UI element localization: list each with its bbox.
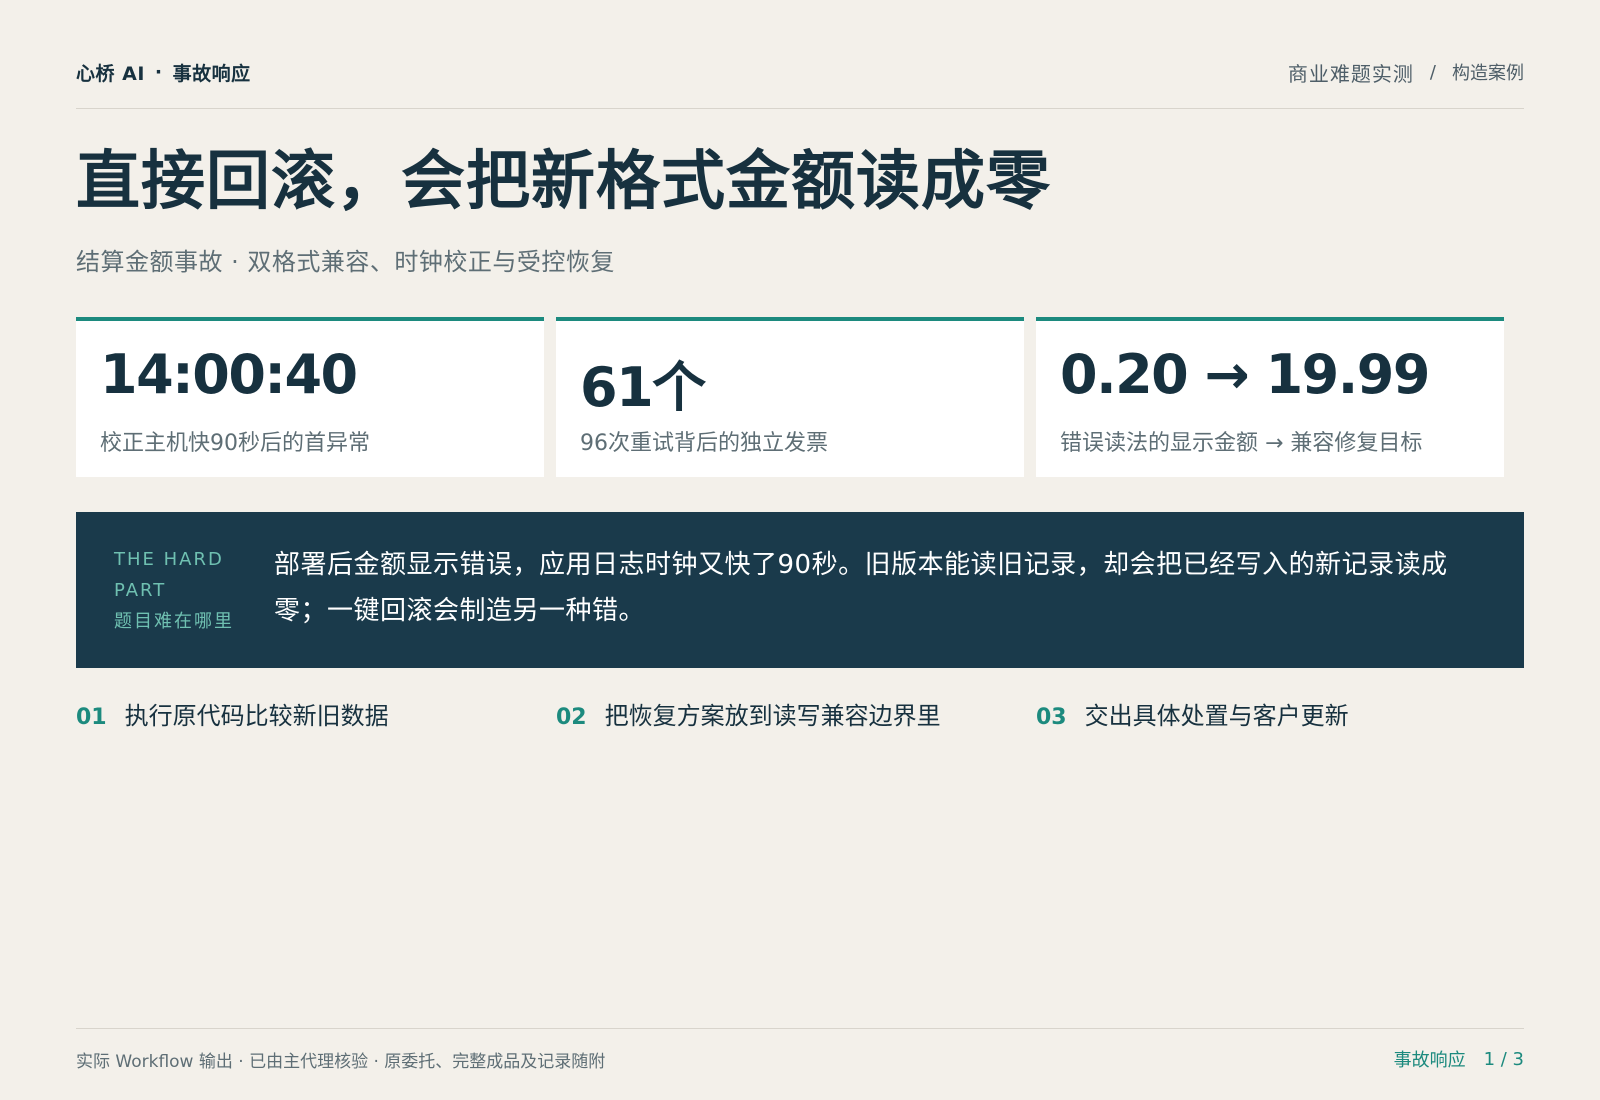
breadcrumb-separator: / xyxy=(1429,61,1436,83)
hard-part-text: 部署后金额显示错误，应用日志时钟又快了90秒。旧版本能读旧记录，却会把已经写入的… xyxy=(274,550,1448,626)
footer-section: 事故响应 xyxy=(1393,1050,1466,1071)
stat-label: 96次重试背后的独立发票 xyxy=(580,431,828,456)
stat-value: 0.20 → 19.99 xyxy=(1060,343,1430,406)
footer-right: 事故响应 1 / 3 xyxy=(1394,1046,1524,1072)
page-number: 1 / 3 xyxy=(1483,1048,1524,1070)
step-item: 03 交出具体处置与客户更新 xyxy=(1036,696,1349,731)
breadcrumb-sub: 构造案例 xyxy=(1452,63,1524,84)
header-divider xyxy=(76,108,1524,109)
step-list: 01 执行原代码比较新旧数据 02 把恢复方案放到读写兼容边界里 03 交出具体… xyxy=(76,696,1524,736)
step-text: 交出具体处置与客户更新 xyxy=(1084,702,1349,730)
step-text: 把恢复方案放到读写兼容边界里 xyxy=(604,702,941,730)
footer: 实际 Workflow 输出 · 已由主代理核验 · 原委托、完整成品及记录随附… xyxy=(76,1046,1524,1072)
stat-label: 错误读法的显示金额 → 兼容修复目标 xyxy=(1060,431,1423,456)
breadcrumb: 商业难题实测 / 构造案例 xyxy=(1288,58,1524,87)
breadcrumb-main: 商业难题实测 xyxy=(1287,61,1414,86)
step-item: 02 把恢复方案放到读写兼容边界里 xyxy=(556,696,941,731)
stat-label: 校正主机快90秒后的首异常 xyxy=(100,431,370,456)
stat-card-amount: 0.20 → 19.99 错误读法的显示金额 → 兼容修复目标 xyxy=(1036,317,1504,477)
page-title: 直接回滚，会把新格式金额读成零 xyxy=(76,145,1051,219)
hard-part-tag-cn: 题目难在哪里 xyxy=(114,611,234,632)
stat-cards: 14:00:40 校正主机快90秒后的首异常 61个 96次重试背后的独立发票 … xyxy=(76,317,1524,477)
step-text: 执行原代码比较新旧数据 xyxy=(124,702,389,730)
step-number: 01 xyxy=(76,705,107,730)
stat-card-invoices: 61个 96次重试背后的独立发票 xyxy=(556,317,1024,477)
top-bar: 心桥 AI · 事故响应 商业难题实测 / 构造案例 xyxy=(76,52,1524,92)
step-number: 03 xyxy=(1036,705,1067,730)
footer-divider xyxy=(76,1028,1524,1029)
step-number: 02 xyxy=(556,705,587,730)
page-subtitle: 结算金额事故 · 双格式兼容、时钟校正与受控恢复 xyxy=(76,248,615,276)
brand-name: 心桥 AI xyxy=(76,62,145,85)
section-name: 事故响应 xyxy=(172,62,251,85)
brand-heading: 心桥 AI · 事故响应 xyxy=(76,59,251,86)
slide-page: 心桥 AI · 事故响应 商业难题实测 / 构造案例 直接回滚，会把新格式金额读… xyxy=(76,0,1524,1100)
stat-value: 61个 xyxy=(580,356,706,419)
stat-card-first-anomaly: 14:00:40 校正主机快90秒后的首异常 xyxy=(76,317,544,477)
hard-part-tag: THE HARD PART 题目难在哪里 xyxy=(114,544,244,637)
step-item: 01 执行原代码比较新旧数据 xyxy=(76,696,389,731)
footer-note: 实际 Workflow 输出 · 已由主代理核验 · 原委托、完整成品及记录随附 xyxy=(76,1051,606,1072)
hard-part-tag-en: THE HARD PART xyxy=(114,549,224,601)
brand-separator: · xyxy=(154,61,163,83)
hard-part-banner: THE HARD PART 题目难在哪里 部署后金额显示错误，应用日志时钟又快了… xyxy=(76,512,1524,668)
stat-value: 14:00:40 xyxy=(100,343,358,406)
